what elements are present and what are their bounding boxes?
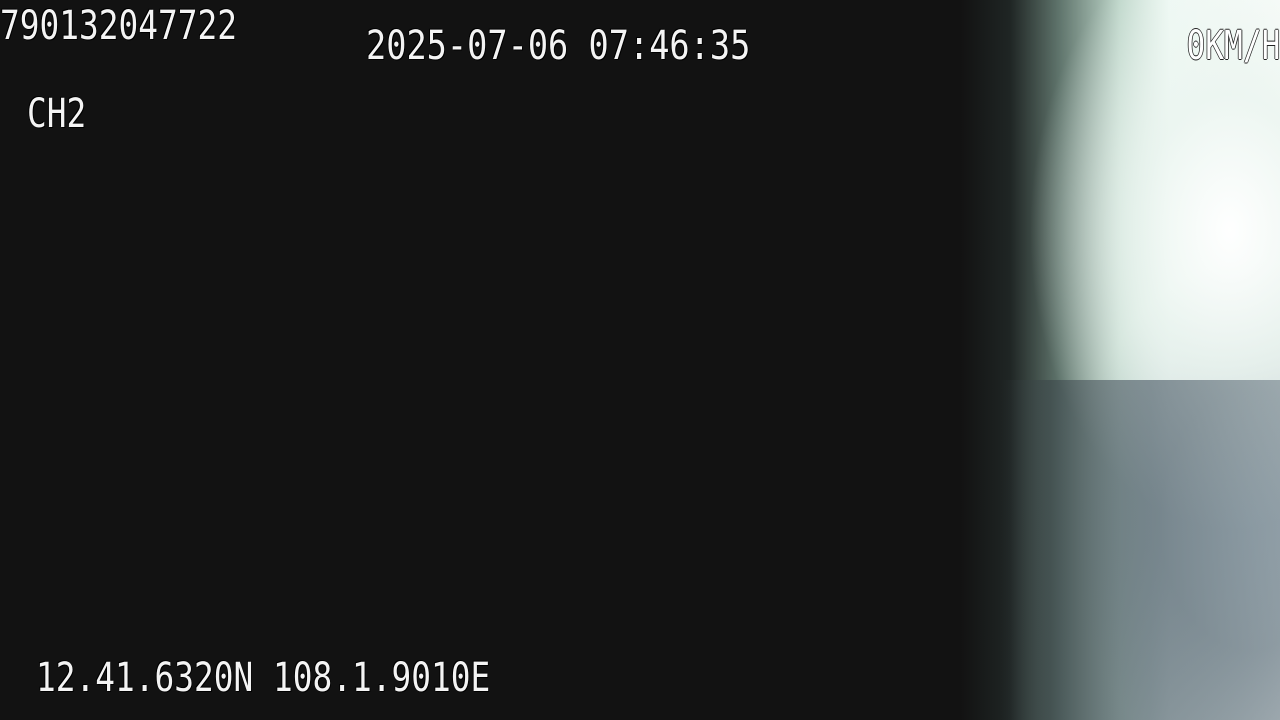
speed-label: 0KM/H <box>1186 23 1280 69</box>
channel-label: CH2 <box>27 91 87 137</box>
device-id-label: 790132047722 <box>0 3 237 49</box>
gps-coordinates-label: 12.41.6320N 108.1.9010E <box>36 655 491 701</box>
timestamp-label: 2025-07-06 07:46:35 <box>366 23 751 69</box>
camera-frame: 790132047722 2025-07-06 07:46:35 CH2 0KM… <box>0 0 1280 720</box>
